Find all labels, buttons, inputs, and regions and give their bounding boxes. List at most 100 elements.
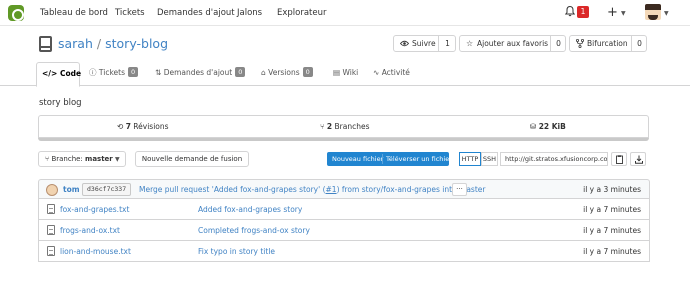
book-icon: ▤ <box>333 68 341 77</box>
commit-author-avatar[interactable] <box>46 184 58 196</box>
database-icon: ⛁ <box>530 122 537 131</box>
file-commit-message[interactable]: Completed frogs-and-ox story <box>198 226 310 235</box>
nav-issues[interactable]: Tickets <box>115 8 145 18</box>
file-icon <box>47 225 55 235</box>
language-bar <box>38 138 649 141</box>
branch-icon: ⑂ <box>45 155 50 163</box>
clipboard-icon <box>616 155 623 164</box>
pulse-icon: ∿ <box>373 68 380 77</box>
file-commit-message[interactable]: Fix typo in story title <box>198 247 275 256</box>
tab-releases[interactable]: ⌂ Versions 0 <box>261 62 313 86</box>
repo-size: 22 KiB <box>538 122 566 131</box>
commit-message-prefix: Merge pull request 'Added fox-and-grapes… <box>139 185 326 194</box>
tab-releases-count: 0 <box>302 67 313 77</box>
new-pull-request-button[interactable]: Nouvelle demande de fusion <box>135 151 249 167</box>
size-stat: ⛁ 22 KiB <box>530 122 566 131</box>
user-avatar[interactable] <box>645 4 661 20</box>
clone-http-button[interactable]: HTTP <box>459 152 481 166</box>
file-commit-message[interactable]: Added fox-and-grapes story <box>198 205 302 214</box>
create-new-plus-icon[interactable]: + <box>607 5 618 20</box>
branch-selector[interactable]: ⑂ Branche: master ▼ <box>38 151 126 167</box>
repo-tabs: </> Code ⓘ Tickets 0 ⇅ Demandes d'ajout 0 … <box>0 62 690 87</box>
clone-url-input[interactable]: http://git.stratos.xfusioncorp.com/ <box>500 152 608 166</box>
repo-book-icon <box>39 36 52 52</box>
file-icon <box>47 246 55 256</box>
branches-count: 2 <box>326 122 333 131</box>
clone-ssh-button[interactable]: SSH <box>481 152 498 166</box>
latest-commit-bar: tom d36cf7c337 Merge pull request 'Added… <box>38 179 650 199</box>
tab-releases-label: Versions <box>268 68 300 77</box>
file-age: il y a 7 minutes <box>583 226 641 235</box>
chevron-down-icon: ▼ <box>115 156 120 163</box>
commit-more-button[interactable]: ··· <box>452 183 467 196</box>
table-row: fox-and-grapes.txt Added fox-and-grapes … <box>38 199 650 220</box>
tab-code-label: Code <box>59 69 82 78</box>
commits-stat[interactable]: ⟲ 7 Révisions <box>117 122 169 131</box>
repo-header: sarah / story-blog Suivre 1 ☆ Ajouter aux … <box>0 27 690 62</box>
file-icon <box>47 204 55 214</box>
upload-file-button[interactable]: Téléverser un fichier <box>386 152 452 166</box>
file-name[interactable]: fox-and-grapes.txt <box>60 205 129 214</box>
fork-button[interactable]: Bifurcation 0 <box>569 35 647 52</box>
watch-count[interactable]: 1 <box>438 36 456 51</box>
star-count[interactable]: 0 <box>550 36 566 51</box>
tab-activity[interactable]: ∿ Activité <box>373 62 410 86</box>
repo-owner-link[interactable]: sarah <box>58 36 93 51</box>
watch-label: Suivre <box>412 39 436 48</box>
nav-pull-requests[interactable]: Demandes d'ajout <box>157 8 235 18</box>
fork-label: Bifurcation <box>587 39 628 48</box>
commit-message[interactable]: Merge pull request 'Added fox-and-grapes… <box>139 185 485 194</box>
tag-icon: ⌂ <box>261 68 266 77</box>
tab-activity-label: Activité <box>381 68 410 77</box>
branches-stat[interactable]: ⑂ 2 Branches <box>320 122 369 131</box>
star-label: Ajouter aux favoris <box>477 39 549 48</box>
repo-title: sarah / story-blog <box>58 36 168 51</box>
chevron-down-icon[interactable]: ▼ <box>621 10 626 17</box>
repo-name-link[interactable]: story-blog <box>105 36 168 51</box>
tab-wiki[interactable]: ▤ Wiki <box>333 62 358 86</box>
nav-dashboard[interactable]: Tableau de bord <box>40 8 108 18</box>
branches-label: Branches <box>334 122 370 131</box>
history-icon: ⟲ <box>117 122 124 131</box>
new-file-button[interactable]: Nouveau fichier <box>332 152 383 166</box>
issue-icon: ⓘ <box>89 68 97 77</box>
tab-pull-requests-count: 0 <box>235 67 246 77</box>
eye-icon <box>400 40 409 47</box>
table-row: frogs-and-ox.txt Completed frogs-and-ox … <box>38 220 650 241</box>
fork-count[interactable]: 0 <box>631 36 647 51</box>
notification-count-badge[interactable]: 1 <box>577 6 589 18</box>
file-name[interactable]: frogs-and-ox.txt <box>60 226 120 235</box>
code-icon: </> <box>42 69 58 78</box>
tab-code[interactable]: </> Code <box>36 62 82 87</box>
button-divider <box>382 154 383 164</box>
commit-pr-link[interactable]: #1 <box>326 185 337 194</box>
download-icon <box>635 155 643 164</box>
table-row: lion-and-mouse.txt Fix typo in story tit… <box>38 241 650 262</box>
gitea-logo-icon[interactable] <box>8 5 24 21</box>
tab-pull-requests-label: Demandes d'ajout <box>163 68 233 77</box>
branch-value: master <box>85 155 113 163</box>
fork-icon <box>576 39 584 48</box>
nav-milestones[interactable]: Jalons <box>237 8 262 18</box>
repo-stats-bar: ⟲ 7 Révisions ⑂ 2 Branches ⛁ 22 KiB <box>38 115 649 138</box>
download-button[interactable] <box>630 152 646 166</box>
repo-description: story blog <box>39 98 82 108</box>
watch-button[interactable]: Suivre 1 <box>393 35 456 52</box>
file-age: il y a 7 minutes <box>583 247 641 256</box>
copy-url-button[interactable] <box>611 152 627 166</box>
tab-issues[interactable]: ⓘ Tickets 0 <box>89 62 139 86</box>
branch-label: Branche: <box>51 155 83 163</box>
commit-sha[interactable]: d36cf7c337 <box>82 183 132 196</box>
commits-count: 7 <box>125 122 131 131</box>
tab-issues-count: 0 <box>128 67 139 77</box>
tab-wiki-label: Wiki <box>342 68 359 77</box>
star-button[interactable]: ☆ Ajouter aux favoris 0 <box>459 35 566 52</box>
commit-author[interactable]: tom <box>63 185 80 194</box>
file-name[interactable]: lion-and-mouse.txt <box>60 247 131 256</box>
chevron-down-icon[interactable]: ▼ <box>664 10 669 17</box>
bell-icon[interactable] <box>565 6 575 17</box>
nav-explore[interactable]: Explorateur <box>277 8 327 18</box>
pull-request-icon: ⇅ <box>155 68 162 77</box>
file-actions-group: Nouveau fichier Téléverser un fichier <box>327 152 452 166</box>
tab-pull-requests[interactable]: ⇅ Demandes d'ajout 0 <box>155 62 246 86</box>
